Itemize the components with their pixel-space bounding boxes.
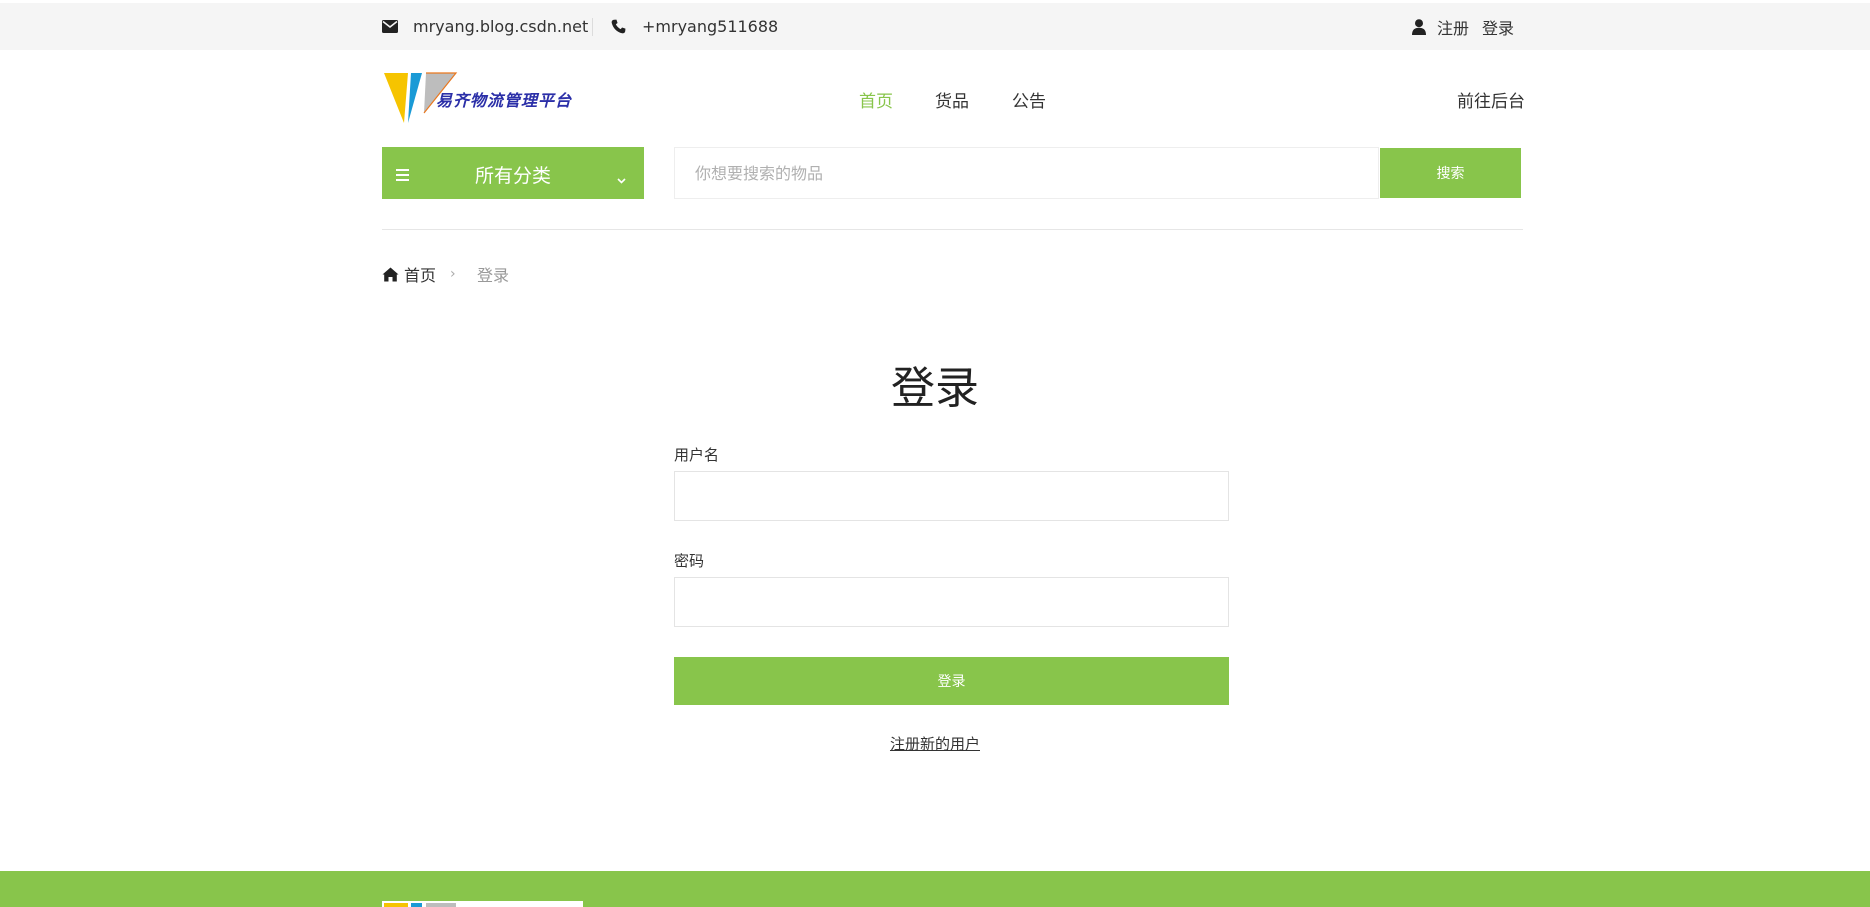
category-dropdown[interactable]: 所有分类 bbox=[382, 147, 644, 199]
page-title: 登录 bbox=[891, 363, 979, 414]
login-link-top[interactable]: 登录 bbox=[1482, 15, 1514, 39]
username-input[interactable] bbox=[675, 472, 1228, 520]
topbar-divider bbox=[592, 18, 593, 36]
header-divider bbox=[382, 229, 1523, 230]
phone-icon bbox=[611, 19, 626, 34]
breadcrumb-current: 登录 bbox=[477, 266, 510, 285]
password-field-box bbox=[674, 577, 1229, 627]
password-label: 密码 bbox=[674, 552, 705, 570]
breadcrumb-separator: › bbox=[450, 266, 456, 282]
footer bbox=[0, 871, 1870, 907]
site-logo[interactable]: 易齐物流管理平台 bbox=[382, 71, 582, 125]
nav-item-goods[interactable]: 货品 bbox=[935, 87, 969, 112]
category-label: 所有分类 bbox=[474, 165, 551, 187]
top-bar: mryang.blog.csdn.net +mryang511688 注册 登录 bbox=[0, 3, 1870, 50]
phone-text: +mryang511688 bbox=[642, 17, 779, 36]
user-icon bbox=[1412, 18, 1426, 35]
logo-text: 易齐物流管理平台 bbox=[436, 91, 573, 110]
username-label: 用户名 bbox=[674, 446, 720, 464]
search-input[interactable] bbox=[675, 148, 1378, 198]
email-text: mryang.blog.csdn.net bbox=[413, 17, 589, 36]
user-menu: 注册 登录 bbox=[1412, 3, 1514, 50]
contact-email: mryang.blog.csdn.net bbox=[382, 3, 588, 50]
search-button[interactable]: 搜索 bbox=[1380, 148, 1521, 198]
register-link-row: 注册新的用户 bbox=[0, 733, 1870, 754]
username-field-box bbox=[674, 471, 1229, 521]
password-input[interactable] bbox=[675, 578, 1228, 626]
home-icon[interactable] bbox=[382, 263, 399, 285]
register-new-user-link[interactable]: 注册新的用户 bbox=[890, 735, 980, 753]
nav-item-admin[interactable]: 前往后台 bbox=[1457, 87, 1525, 112]
breadcrumb-home[interactable]: 首页 bbox=[404, 263, 436, 285]
envelope-icon bbox=[382, 20, 398, 33]
nav-item-notice[interactable]: 公告 bbox=[1012, 87, 1046, 112]
register-link-top[interactable]: 注册 bbox=[1437, 15, 1469, 39]
login-button[interactable]: 登录 bbox=[674, 657, 1229, 705]
footer-logo bbox=[382, 901, 583, 907]
contact-phone: +mryang511688 bbox=[611, 3, 778, 50]
chevron-down-icon bbox=[617, 169, 626, 188]
nav-item-home[interactable]: 首页 bbox=[859, 87, 893, 112]
search-box bbox=[674, 147, 1379, 199]
